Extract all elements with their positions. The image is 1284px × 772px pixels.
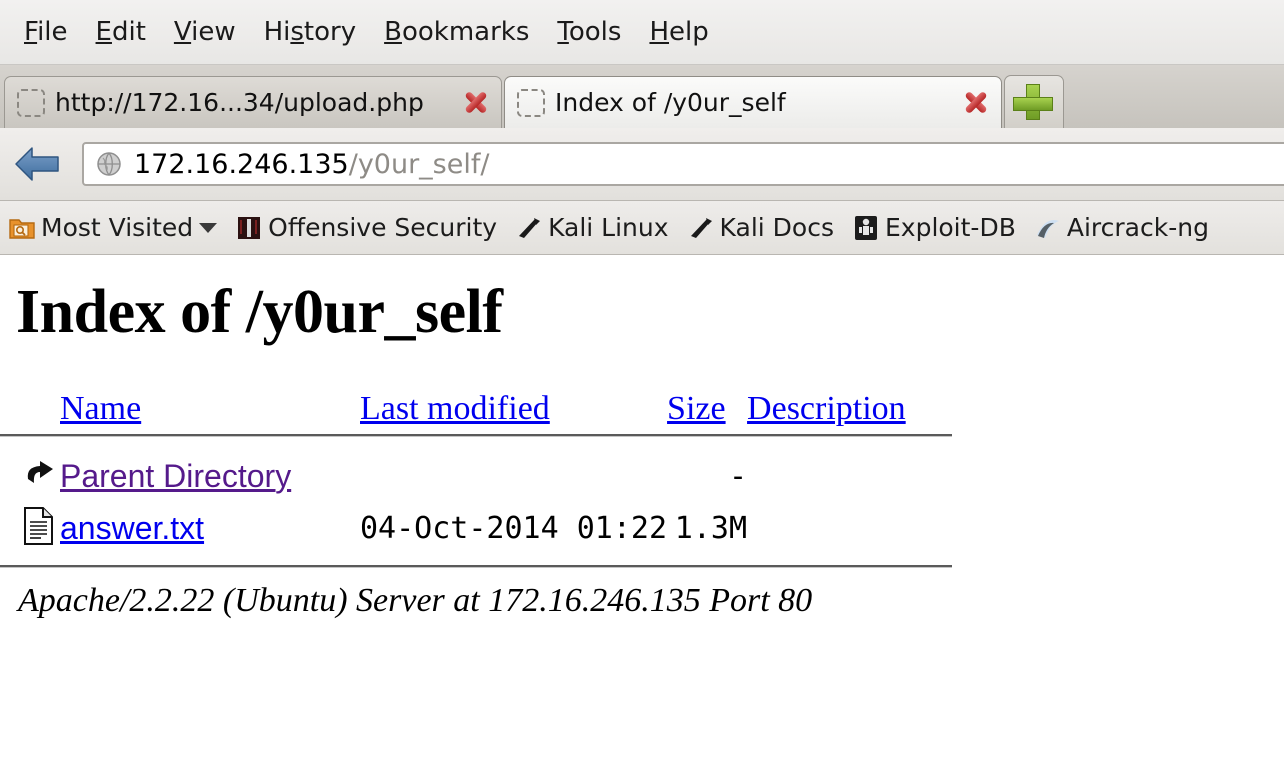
row-icon-cell: [0, 501, 60, 555]
row-date-cell: [360, 451, 667, 501]
sort-by-description-link[interactable]: Description: [747, 390, 906, 427]
browser-window: File Edit View History Bookmarks Tools H…: [0, 0, 1284, 772]
close-icon[interactable]: [461, 88, 491, 118]
bookmarks-bar: Most Visited Offensive Security Kali Lin…: [0, 201, 1284, 255]
horizontal-rule-bottom: [0, 565, 952, 568]
bookmark-exploit-db[interactable]: Exploit-DB: [852, 213, 1016, 242]
column-header-size[interactable]: Size: [667, 390, 747, 434]
menu-item-edit[interactable]: Edit: [82, 15, 160, 49]
bookmark-label: Exploit-DB: [884, 213, 1016, 242]
menu-item-help[interactable]: Help: [635, 15, 722, 49]
bookmark-offensive-security[interactable]: Offensive Security: [235, 213, 497, 242]
bookmark-most-visited[interactable]: Most Visited: [8, 213, 218, 242]
tab-index-of-y0ur-self[interactable]: Index of /y0ur_self: [504, 76, 1002, 128]
table-row: Parent Directory -: [0, 451, 952, 501]
sort-by-name-link[interactable]: Name: [60, 390, 141, 427]
menu-item-view[interactable]: View: [160, 15, 250, 49]
sort-by-date-link[interactable]: Last modified: [360, 390, 550, 427]
parent-directory-link[interactable]: Parent Directory: [60, 458, 291, 494]
bookmark-kali-linux[interactable]: Kali Linux: [515, 213, 669, 242]
kali-dragon-icon: [515, 214, 543, 242]
row-size-cell: -: [728, 458, 748, 494]
bookmark-label: Aircrack-ng: [1066, 213, 1209, 242]
offensive-security-icon: [235, 214, 263, 242]
server-signature: Apache/2.2.22 (Ubuntu) Server at 172.16.…: [18, 582, 813, 619]
table-header-row: Name Last modified Size Description: [0, 390, 952, 434]
column-header-name[interactable]: Name: [60, 390, 360, 434]
chevron-down-icon[interactable]: [199, 222, 218, 233]
page-title: Index of /y0ur_self: [16, 278, 503, 346]
url-text: 172.16.246.135/y0ur_self/: [134, 149, 489, 180]
page-content: Index of /y0ur_self Name Last modified S…: [0, 255, 1284, 771]
url-path: /y0ur_self/: [348, 148, 490, 180]
aircrack-icon: [1034, 214, 1062, 242]
row-description-cell: [747, 501, 952, 555]
bookmark-kali-docs[interactable]: Kali Docs: [687, 213, 834, 242]
row-name-cell[interactable]: Parent Directory: [60, 451, 360, 501]
sort-by-size-link[interactable]: Size: [667, 390, 726, 427]
row-date-cell: 04-Oct-2014 01:22: [360, 510, 668, 546]
bookmark-label: Kali Linux: [548, 213, 669, 242]
directory-listing-table: Name Last modified Size Description Pare…: [0, 390, 952, 568]
menu-item-bookmarks[interactable]: Bookmarks: [370, 15, 543, 49]
kali-dragon-icon: [687, 214, 715, 242]
globe-icon: [96, 151, 122, 177]
row-name-cell[interactable]: answer.txt: [60, 501, 360, 555]
plus-icon: [1013, 97, 1053, 111]
column-header-description[interactable]: Description: [747, 390, 952, 434]
table-row: answer.txt 04-Oct-2014 01:22 1.3M: [0, 501, 952, 555]
tab-title: Index of /y0ur_self: [555, 88, 786, 117]
missing-favicon-icon: [17, 88, 45, 117]
url-host: 172.16.246.135: [134, 148, 349, 180]
exploit-db-icon: [852, 214, 880, 242]
tab-upload-php[interactable]: http://172.16...34/upload.php: [4, 76, 502, 128]
row-description-cell: [747, 451, 952, 501]
navigation-bar: 172.16.246.135/y0ur_self/: [0, 128, 1284, 201]
row-icon-cell: [0, 451, 60, 501]
table-rule-row-top: [0, 434, 952, 451]
parent-directory-icon: [22, 460, 60, 495]
missing-favicon-icon: [517, 88, 545, 117]
menu-bar: File Edit View History Bookmarks Tools H…: [0, 0, 1284, 65]
menu-item-history[interactable]: History: [250, 15, 371, 49]
file-link-answer-txt[interactable]: answer.txt: [60, 510, 204, 546]
column-header-last-modified[interactable]: Last modified: [360, 390, 667, 434]
header-icon-cell: [0, 390, 60, 434]
menu-item-file[interactable]: File: [10, 15, 82, 49]
row-size-cell: 1.3M: [674, 510, 748, 546]
text-file-icon: [22, 506, 56, 550]
bookmark-label: Most Visited: [41, 213, 194, 242]
tab-strip: http://172.16...34/upload.php Index of /…: [0, 65, 1284, 128]
bookmark-label: Offensive Security: [268, 213, 498, 242]
bookmark-aircrack-ng[interactable]: Aircrack-ng: [1034, 213, 1209, 242]
menu-item-tools[interactable]: Tools: [543, 15, 635, 49]
bookmark-folder-icon: [8, 214, 36, 242]
close-icon[interactable]: [961, 88, 991, 118]
url-bar[interactable]: 172.16.246.135/y0ur_self/: [82, 142, 1284, 186]
back-arrow-icon[interactable]: [12, 142, 64, 186]
new-tab-button[interactable]: [1004, 75, 1064, 128]
tab-title: http://172.16...34/upload.php: [55, 88, 424, 117]
bookmark-label: Kali Docs: [719, 213, 834, 242]
horizontal-rule-top: [0, 434, 952, 437]
table-rule-row-bottom: [0, 555, 952, 568]
